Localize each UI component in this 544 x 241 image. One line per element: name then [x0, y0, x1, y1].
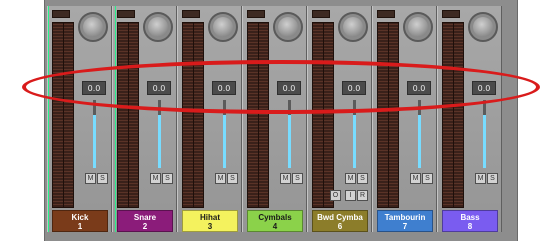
channel-name-tag[interactable]: Bass 8 — [442, 210, 498, 232]
volume-fader[interactable] — [158, 115, 161, 168]
channel-strip: 0.0 M S Cymbals 4 — [242, 6, 307, 232]
channel-strip: 0.0 M S Bass 8 — [437, 6, 502, 232]
solo-button[interactable]: S — [487, 173, 498, 184]
selected-channel-marker — [48, 6, 49, 232]
level-meter — [377, 22, 399, 208]
channel-name-tag[interactable]: Bwd Cymba 6 — [312, 210, 368, 232]
channel-name-tag[interactable]: Tambourin 7 — [377, 210, 433, 232]
volume-fader[interactable] — [353, 115, 356, 168]
pan-knob[interactable] — [468, 12, 498, 42]
channel-strip: 0.0 M S Snare 2 — [112, 6, 177, 232]
channel-number: 6 — [337, 222, 343, 231]
mute-button[interactable]: M — [345, 173, 356, 184]
pan-knob[interactable] — [143, 12, 173, 42]
channel-name: Snare — [133, 213, 157, 222]
solo-button[interactable]: S — [162, 173, 173, 184]
mute-button[interactable]: M — [215, 173, 226, 184]
channel-name-tag[interactable]: Cymbals 4 — [247, 210, 303, 232]
channel-strip: 0.0 M S O I R Bwd Cymba 6 — [307, 6, 372, 232]
record-arm-indicator[interactable] — [52, 10, 70, 18]
solo-button[interactable]: S — [97, 173, 108, 184]
pan-knob[interactable] — [208, 12, 238, 42]
mute-button[interactable]: M — [410, 173, 421, 184]
channel-name: Cymbals — [258, 213, 292, 222]
record-arm-indicator[interactable] — [182, 10, 200, 18]
channel-number: 1 — [77, 222, 83, 231]
solo-button[interactable]: S — [227, 173, 238, 184]
channel-name: Bwd Cymba — [317, 213, 363, 222]
level-meter — [312, 22, 334, 208]
channel-name: Hihat — [200, 213, 220, 222]
channel-name: Tambourin — [384, 213, 426, 222]
channel-option-button-i[interactable]: I — [345, 190, 356, 201]
record-arm-indicator[interactable] — [377, 10, 395, 18]
record-arm-indicator[interactable] — [442, 10, 460, 18]
highlight-ellipse — [22, 60, 540, 114]
solo-button[interactable]: S — [357, 173, 368, 184]
volume-fader[interactable] — [93, 115, 96, 168]
channel-name-tag[interactable]: Kick 1 — [52, 210, 108, 232]
level-meter — [182, 22, 204, 208]
selected-channel-marker — [115, 6, 116, 232]
volume-fader[interactable] — [288, 115, 291, 168]
pan-knob[interactable] — [273, 12, 303, 42]
level-meter — [117, 22, 139, 208]
channel-strip: 0.0 M S Hihat 3 — [177, 6, 242, 232]
volume-fader[interactable] — [223, 115, 226, 168]
level-meter — [247, 22, 269, 208]
mixer-panel: 0.0 M S Kick 1 0.0 M S Snare 2 0.0 M S Hihat 3 0.0 M S Cym… — [44, 0, 518, 241]
channel-number: 3 — [207, 222, 213, 231]
channel-name: Kick — [71, 213, 89, 222]
solo-button[interactable]: S — [422, 173, 433, 184]
record-arm-indicator[interactable] — [117, 10, 135, 18]
channel-name-tag[interactable]: Snare 2 — [117, 210, 173, 232]
mute-button[interactable]: M — [280, 173, 291, 184]
pan-knob[interactable] — [78, 12, 108, 42]
level-meter — [52, 22, 74, 208]
record-arm-indicator[interactable] — [312, 10, 330, 18]
pan-knob[interactable] — [403, 12, 433, 42]
mute-button[interactable]: M — [150, 173, 161, 184]
channel-name-tag[interactable]: Hihat 3 — [182, 210, 238, 232]
volume-fader[interactable] — [418, 115, 421, 168]
channel-option-button-r[interactable]: R — [357, 190, 368, 201]
channel-number: 2 — [142, 222, 148, 231]
channel-option-button-o[interactable]: O — [330, 190, 341, 201]
pan-knob[interactable] — [338, 12, 368, 42]
channel-number: 8 — [467, 222, 473, 231]
channel-strip: 0.0 M S Tambourin 7 — [372, 6, 437, 232]
channel-number: 7 — [402, 222, 408, 231]
level-meter — [442, 22, 464, 208]
channel-strip: 0.0 M S Kick 1 — [47, 6, 112, 232]
mute-button[interactable]: M — [85, 173, 96, 184]
mute-button[interactable]: M — [475, 173, 486, 184]
record-arm-indicator[interactable] — [247, 10, 265, 18]
channel-number: 4 — [272, 222, 278, 231]
solo-button[interactable]: S — [292, 173, 303, 184]
channel-name: Bass — [460, 213, 480, 222]
volume-fader[interactable] — [483, 115, 486, 168]
